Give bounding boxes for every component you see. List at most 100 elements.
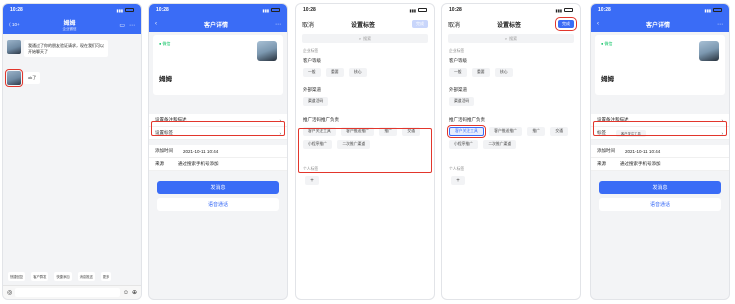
voice-call-button[interactable]: 语音通话: [157, 198, 279, 211]
tag-chip[interactable]: 一般: [303, 68, 321, 77]
voice-call-button[interactable]: 语音通话: [599, 198, 721, 211]
quick-tools: 快捷回复 客户群发 快捷添加 消息推送 更多: [3, 270, 141, 283]
row-source: 来源 通过搜索手机号添加: [591, 158, 729, 171]
status-time: 10:28: [449, 7, 462, 13]
done-button[interactable]: 完成: [555, 17, 577, 31]
highlight-box: [298, 128, 432, 173]
tag-chip[interactable]: 渠道活码: [303, 97, 329, 106]
status-bar: 10:28 ▮▮▮: [3, 4, 141, 16]
back-button[interactable]: ⟨ 10+: [9, 22, 20, 28]
battery-icon: [125, 8, 134, 12]
voice-icon[interactable]: ◎: [7, 289, 12, 296]
page-title: 客户详情: [645, 22, 670, 29]
more-icon[interactable]: ⋯: [129, 22, 135, 29]
search-input[interactable]: ⌕ 搜索: [448, 34, 574, 43]
tag-chip[interactable]: 核心: [494, 68, 513, 77]
profile-card: ● 微信 姆姆: [153, 35, 283, 95]
status-bar: 10:28 ▮▮▮: [149, 4, 287, 16]
tool-quick-add[interactable]: 快捷添加: [54, 272, 72, 281]
tool-group-send[interactable]: 客户群发: [31, 272, 49, 281]
tag-chip[interactable]: 核心: [348, 68, 367, 77]
add-tag-button[interactable]: +: [451, 176, 465, 185]
battery-icon: [564, 8, 573, 12]
avatar[interactable]: [7, 40, 21, 54]
tag-chip[interactable]: 渠道活码: [449, 97, 475, 106]
section-enterprise-tags: 企业标签: [303, 49, 319, 53]
tags-nav: 取消 设置标签 完成: [442, 16, 580, 32]
tag-chip[interactable]: 重要: [471, 68, 490, 77]
tag-chip[interactable]: 小程序推广: [449, 140, 478, 149]
send-message-button[interactable]: 发消息: [599, 181, 721, 194]
tag-chip[interactable]: 客户推送推广: [489, 127, 522, 136]
search-input[interactable]: ⌕ 搜索: [302, 34, 428, 43]
more-icon[interactable]: ⋯: [717, 21, 723, 28]
plus-icon[interactable]: ⊕: [132, 289, 137, 296]
set-tags-selected-screen: 10:28 ▮▮▮ 取消 设置标签 完成 ⌕ 搜索 企业标签 客户等级 一般 重要…: [441, 3, 581, 300]
emoji-icon[interactable]: ☺: [123, 290, 129, 296]
group-title: 推广活码推广负责: [303, 117, 339, 122]
status-time: 10:28: [10, 7, 23, 13]
page-title: 设置标签: [497, 22, 522, 29]
send-message-button[interactable]: 发消息: [157, 181, 279, 194]
status-bar: 10:28 ▮▮▮: [442, 4, 580, 16]
signal-icon: ▮▮▮: [116, 7, 123, 13]
signal-icon: ▮▮▮: [262, 7, 269, 13]
section-personal-tags: 个人标签: [449, 167, 465, 171]
input-bar: ◎ ☺ ⊕: [3, 285, 141, 299]
wechat-icon: ●: [601, 41, 604, 46]
row-label: 添加时间: [155, 148, 173, 153]
status-bar: 10:28 ▮▮▮: [296, 4, 434, 16]
more-icon[interactable]: ⋯: [275, 21, 281, 28]
page-title: 客户详情: [203, 22, 228, 29]
search-icon: ⌕: [504, 36, 508, 41]
group-title: 推广活码推广负责: [449, 117, 485, 122]
row-add-time: 添加时间 2021-10-11 10:44: [149, 145, 287, 158]
cancel-button[interactable]: 取消: [448, 20, 460, 29]
customer-detail-screen: 10:28 ▮▮▮ ‹ 客户详情 ⋯ ● 微信 姆姆 设置备注和描述 › 设置标签…: [148, 3, 288, 300]
tool-push[interactable]: 消息推送: [77, 272, 95, 281]
profile-card: ● 微信 姆姆: [595, 35, 725, 95]
battery-icon: [713, 8, 722, 12]
search-placeholder: 搜索: [509, 35, 518, 41]
row-source: 来源 通过搜索手机号添加: [149, 158, 287, 171]
row-label: 来源: [155, 161, 164, 166]
detail-nav: ‹ 客户详情 ⋯: [591, 16, 729, 32]
group-title: 客户等级: [303, 58, 321, 63]
tool-quick-reply[interactable]: 快捷回复: [8, 272, 26, 281]
message-list: 我通过了你的朋友验证请求，现在我们可以开始聊天了 ok了: [3, 34, 141, 91]
tag-chip[interactable]: 重要: [325, 68, 344, 77]
page-title: 设置标签: [351, 22, 376, 29]
video-call-icon[interactable]: ▭: [119, 22, 125, 29]
battery-icon: [418, 8, 427, 12]
row-label: 来源: [597, 161, 606, 166]
avatar[interactable]: [5, 69, 23, 87]
tag-chip-selected[interactable]: 客户关注工具: [447, 125, 486, 138]
message-bubble[interactable]: 我通过了你的朋友验证请求，现在我们可以开始聊天了: [24, 40, 108, 57]
done-button[interactable]: 完成: [412, 20, 428, 28]
message-row: ok了: [5, 69, 137, 87]
status-time: 10:28: [156, 7, 169, 13]
status-bar: 10:28 ▮▮▮: [591, 4, 729, 16]
tag-chip[interactable]: 推广: [527, 127, 545, 136]
signal-icon: ▮▮▮: [409, 7, 416, 13]
section-enterprise-tags: 企业标签: [449, 49, 465, 53]
group-title: 客户等级: [449, 58, 467, 63]
detail-nav: ‹ 客户详情 ⋯: [149, 16, 287, 32]
tag-chip[interactable]: 一般: [449, 68, 467, 77]
tag-group: 客户关注工具 客户推送推广 推广 交通 小程序推广 二次推广渠道: [442, 125, 580, 151]
set-tags-screen: 10:28 ▮▮▮ 取消 设置标签 完成 ⌕ 搜索 企业标签 客户等级 一般 重要…: [295, 3, 435, 300]
status-time: 10:28: [303, 7, 316, 13]
tag-chip[interactable]: 二次推广渠道: [483, 140, 517, 149]
message-bubble[interactable]: ok了: [24, 72, 41, 84]
add-tag-button[interactable]: +: [305, 176, 319, 185]
avatar: [699, 41, 719, 61]
tag-group: 渠道活码: [442, 95, 580, 108]
message-row: 我通过了你的朋友验证请求，现在我们可以开始聊天了: [7, 40, 137, 57]
tool-more[interactable]: 更多: [100, 272, 112, 281]
tag-group: 渠道活码: [296, 95, 434, 108]
chat-nav: ⟨ 10+ 姆姆 企业微信 ▭ ⋯: [3, 16, 141, 34]
customer-detail-tagged-screen: 10:28 ▮▮▮ ‹ 客户详情 ⋯ ● 微信 姆姆 设置备注和描述 › 标签 客…: [590, 3, 730, 300]
cancel-button[interactable]: 取消: [302, 20, 314, 29]
message-input[interactable]: [15, 288, 120, 297]
tag-chip[interactable]: 交通: [550, 127, 568, 136]
